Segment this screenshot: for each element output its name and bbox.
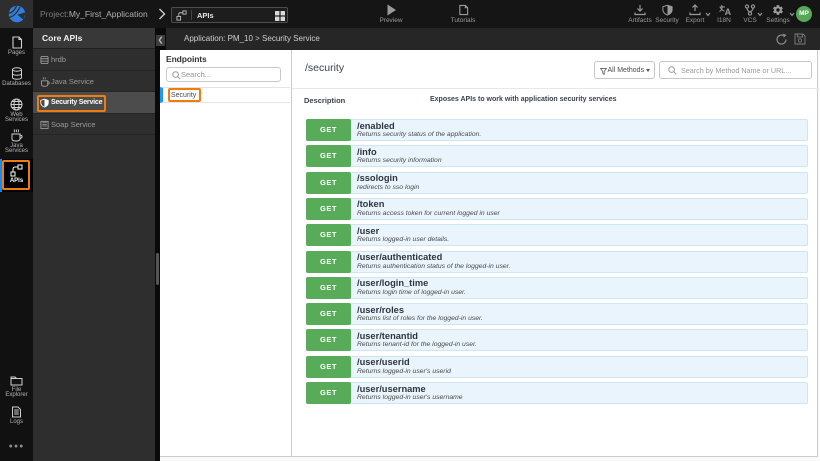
svg-text:A: A — [724, 7, 730, 16]
